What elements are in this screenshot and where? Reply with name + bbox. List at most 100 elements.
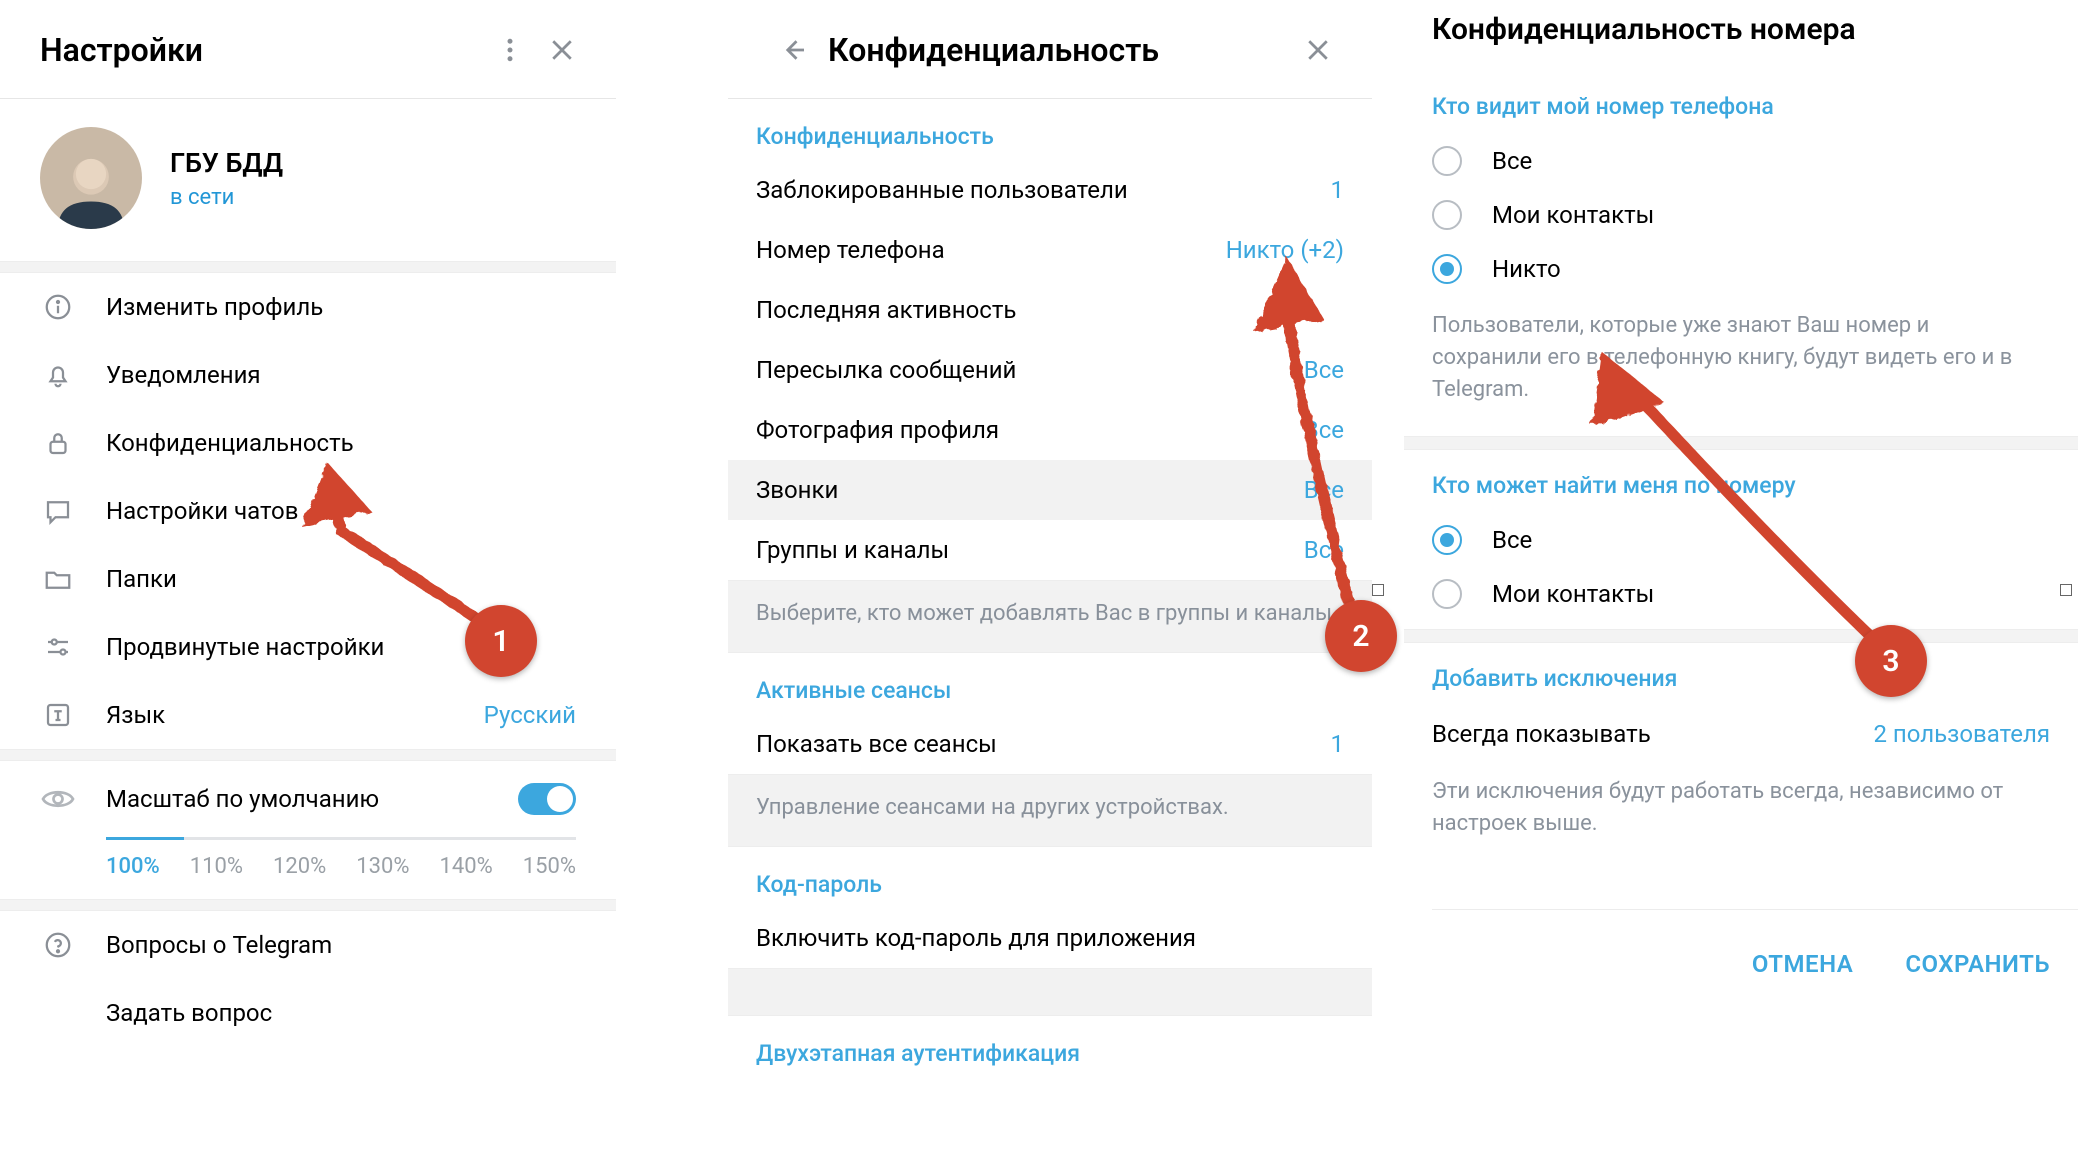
privacy-hint: Выберите, кто может добавлять Вас в груп… [728, 580, 1372, 653]
phone-privacy-panel: Конфиденциальность номера Кто видит мой … [1432, 0, 2078, 1164]
menu-ask[interactable]: Задать вопрос [0, 979, 616, 1047]
zoom-row: Масштаб по умолчанию [0, 761, 616, 837]
row-always-show[interactable]: Всегда показывать 2 пользователя [1432, 706, 2050, 762]
privacy-title: Конфиденциальность [828, 31, 1292, 69]
separator [0, 261, 616, 273]
menu-notifications[interactable]: Уведомления [0, 341, 616, 409]
radio-icon [1432, 146, 1462, 176]
sliders-icon [40, 629, 76, 665]
row-enable-passcode[interactable]: Включить код-пароль для приложения [728, 908, 1372, 968]
radio-contacts-finds[interactable]: Мои контакты [1432, 567, 2050, 621]
zoom-opt[interactable]: 110% [190, 854, 243, 879]
privacy-header: Конфиденциальность [728, 0, 1372, 99]
profile-status: в сети [170, 185, 283, 210]
menu-label: Уведомления [106, 361, 576, 389]
section-privacy-heading: Конфиденциальность [728, 99, 1372, 160]
zoom-opt[interactable]: 120% [273, 854, 326, 879]
section-passcode-heading: Код-пароль [728, 847, 1372, 908]
radio-label: Мои контакты [1492, 201, 1654, 229]
radio-icon [1432, 579, 1462, 609]
avatar [40, 127, 142, 229]
zoom-slider[interactable]: 100% 110% 120% 130% 140% 150% [0, 837, 616, 899]
back-icon[interactable] [768, 24, 820, 76]
menu-chat-settings[interactable]: Настройки чатов [0, 477, 616, 545]
save-button[interactable]: СОХРАНИТЬ [1905, 950, 2050, 978]
zoom-opt[interactable]: 150% [523, 854, 576, 879]
section-twofa-heading: Двухэтапная аутентификация [728, 1016, 1372, 1077]
who-sees-hint: Пользователи, которые уже знают Ваш номе… [1432, 296, 2050, 428]
phone-privacy-title: Конфиденциальность номера [1432, 0, 2078, 71]
section-sessions-heading: Активные сеансы [728, 653, 1372, 714]
who-sees-heading: Кто видит мой номер телефона [1432, 89, 2050, 134]
radio-label: Все [1492, 147, 1532, 175]
radio-contacts-sees[interactable]: Мои контакты [1432, 188, 2050, 242]
who-finds-heading: Кто может найти меня по номеру [1432, 468, 2050, 513]
menu-advanced[interactable]: Продвинутые настройки [0, 613, 616, 681]
profile-name: ГБУ БДД [170, 147, 283, 179]
language-icon [40, 697, 76, 733]
info-icon [40, 289, 76, 325]
menu-privacy[interactable]: Конфиденциальность [0, 409, 616, 477]
zoom-opt[interactable]: 130% [356, 854, 409, 879]
settings-panel: Настройки ГБУ БДД в сети Изменить профил… [0, 0, 616, 1164]
eye-icon [40, 781, 76, 817]
radio-label: Мои контакты [1492, 580, 1654, 608]
separator [0, 899, 616, 911]
separator [1404, 436, 2078, 450]
menu-label: Конфиденциальность [106, 429, 576, 457]
radio-label: Все [1492, 526, 1532, 554]
cancel-button[interactable]: ОТМЕНА [1752, 950, 1853, 978]
menu-edit-profile[interactable]: Изменить профиль [0, 273, 616, 341]
radio-nobody-sees[interactable]: Никто [1432, 242, 2050, 296]
separator [1404, 629, 2078, 643]
row-blocked-users[interactable]: Заблокированные пользователи 1 [728, 160, 1372, 220]
row-show-sessions[interactable]: Показать все сеансы 1 [728, 714, 1372, 774]
help-icon [40, 927, 76, 963]
radio-icon [1432, 200, 1462, 230]
radio-everyone-finds[interactable]: Все [1432, 513, 2050, 567]
exceptions-section: Добавить исключения Всегда показывать 2 … [1432, 643, 2050, 870]
radio-label: Никто [1492, 255, 1561, 283]
menu-label: Язык [106, 701, 484, 729]
dialog-buttons: ОТМЕНА СОХРАНИТЬ [1432, 909, 2078, 978]
blank-icon [40, 995, 76, 1031]
lock-icon [40, 425, 76, 461]
row-profile-photo[interactable]: Фотография профиля Все [728, 400, 1372, 460]
zoom-opt[interactable]: 140% [440, 854, 493, 879]
close-icon[interactable] [536, 24, 588, 76]
menu-label: Папки [106, 565, 576, 593]
menu-label: Продвинутые настройки [106, 633, 576, 661]
exceptions-heading: Добавить исключения [1432, 661, 2050, 706]
settings-title: Настройки [40, 31, 484, 69]
close-icon[interactable] [1292, 24, 1344, 76]
radio-icon [1432, 525, 1462, 555]
menu-label: Задать вопрос [106, 999, 576, 1027]
bell-icon [40, 357, 76, 393]
menu-folders[interactable]: Папки [0, 545, 616, 613]
zoom-opt[interactable]: 100% [106, 854, 160, 879]
zoom-toggle[interactable] [518, 783, 576, 815]
row-groups[interactable]: Группы и каналы Все [728, 520, 1372, 580]
menu-faq[interactable]: Вопросы о Telegram [0, 911, 616, 979]
who-sees-section: Кто видит мой номер телефона Все Мои кон… [1432, 71, 2050, 436]
sessions-hint: Управление сеансами на других устройства… [728, 774, 1372, 847]
more-vert-icon[interactable] [484, 24, 536, 76]
menu-language[interactable]: Язык Русский [0, 681, 616, 749]
settings-header: Настройки [0, 0, 616, 99]
chat-icon [40, 493, 76, 529]
row-phone-number[interactable]: Номер телефона Никто (+2) [728, 220, 1372, 280]
row-last-seen[interactable]: Последняя активность [728, 280, 1372, 340]
zoom-label: Масштаб по умолчанию [106, 785, 518, 813]
menu-label: Изменить профиль [106, 293, 576, 321]
exceptions-hint: Эти исключения будут работать всегда, не… [1432, 762, 2050, 862]
menu-value: Русский [484, 701, 576, 729]
privacy-panel: Конфиденциальность Конфиденциальность За… [728, 0, 1372, 1164]
row-calls[interactable]: Звонки Все [728, 460, 1372, 520]
radio-everyone-sees[interactable]: Все [1432, 134, 2050, 188]
profile-row[interactable]: ГБУ БДД в сети [0, 99, 616, 261]
folder-icon [40, 561, 76, 597]
separator [0, 749, 616, 761]
blank-hint [728, 968, 1372, 1016]
who-finds-section: Кто может найти меня по номеру Все Мои к… [1432, 450, 2050, 629]
row-forward[interactable]: Пересылка сообщений Все [728, 340, 1372, 400]
